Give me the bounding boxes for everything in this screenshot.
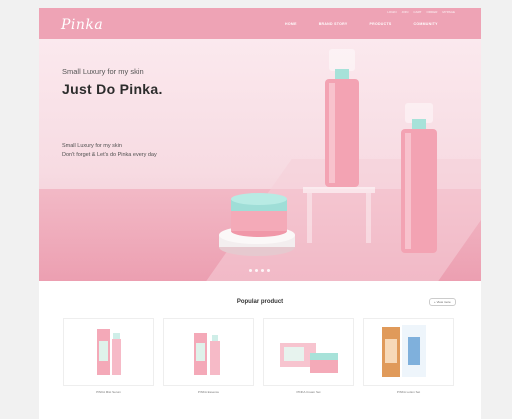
product-card[interactable]: PINKA Essence [163,318,254,394]
slide-dot-2[interactable] [255,269,258,272]
product-name[interactable]: PINKA Mist Serum [64,390,153,394]
slider-pagination [249,269,270,272]
slide-dot-3[interactable] [261,269,264,272]
util-login-link[interactable]: LOGIN [387,10,396,14]
hero-description: Small Luxury for my skin Don't forget & … [62,142,157,160]
product-name[interactable]: PINKA Essence [164,390,253,394]
product-image [97,329,121,375]
product-name[interactable]: PINKA Lotion Set [364,390,453,394]
section-title: Popular product [236,299,284,305]
product-list: PINKA Mist Serum PINKA Essence PINKA Cre… [63,318,454,394]
product-image [194,333,220,375]
util-join-link[interactable]: JOIN [402,10,409,14]
slide-dot-4[interactable] [267,269,270,272]
slide-dot-1[interactable] [249,269,252,272]
view-more-button[interactable]: + View more [429,298,456,306]
nav-home[interactable]: HOME [285,22,297,26]
browser-viewport: Pinka LOGIN JOIN CART ORDER MYPAGE HOME … [0,0,512,419]
product-card[interactable]: PINKA Cream Set [263,318,354,394]
hero-desc-line-1: Small Luxury for my skin [62,143,122,149]
hero-banner[interactable]: Small Luxury for my skin Just Do Pinka. … [39,39,481,281]
product-image [280,343,338,373]
product-card[interactable]: PINKA Mist Serum [63,318,154,394]
util-cart-link[interactable]: CART [413,10,421,14]
site-header: Pinka LOGIN JOIN CART ORDER MYPAGE HOME … [39,8,481,39]
nav-products[interactable]: PRODUCTS [369,22,391,26]
brand-logo[interactable]: Pinka [61,17,103,33]
util-order-link[interactable]: ORDER [427,10,438,14]
util-links: LOGIN JOIN CART ORDER MYPAGE [387,10,455,14]
product-image [382,325,426,377]
main-nav: HOME BRAND STORY PRODUCTS COMMUNITY [285,22,438,26]
hero-subtitle: Small Luxury for my skin [62,67,144,76]
util-mypage-link[interactable]: MYPAGE [442,10,455,14]
nav-community[interactable]: COMMUNITY [414,22,438,26]
nav-brand-story[interactable]: BRAND STORY [319,22,348,26]
product-name[interactable]: PINKA Cream Set [264,390,353,394]
hero-title: Just Do Pinka. [62,81,163,97]
hero-desc-line-2: Don't forget & Let's do Pinka every day [62,152,157,158]
product-card[interactable]: PINKA Lotion Set [363,318,454,394]
web-page: Pinka LOGIN JOIN CART ORDER MYPAGE HOME … [39,8,481,419]
